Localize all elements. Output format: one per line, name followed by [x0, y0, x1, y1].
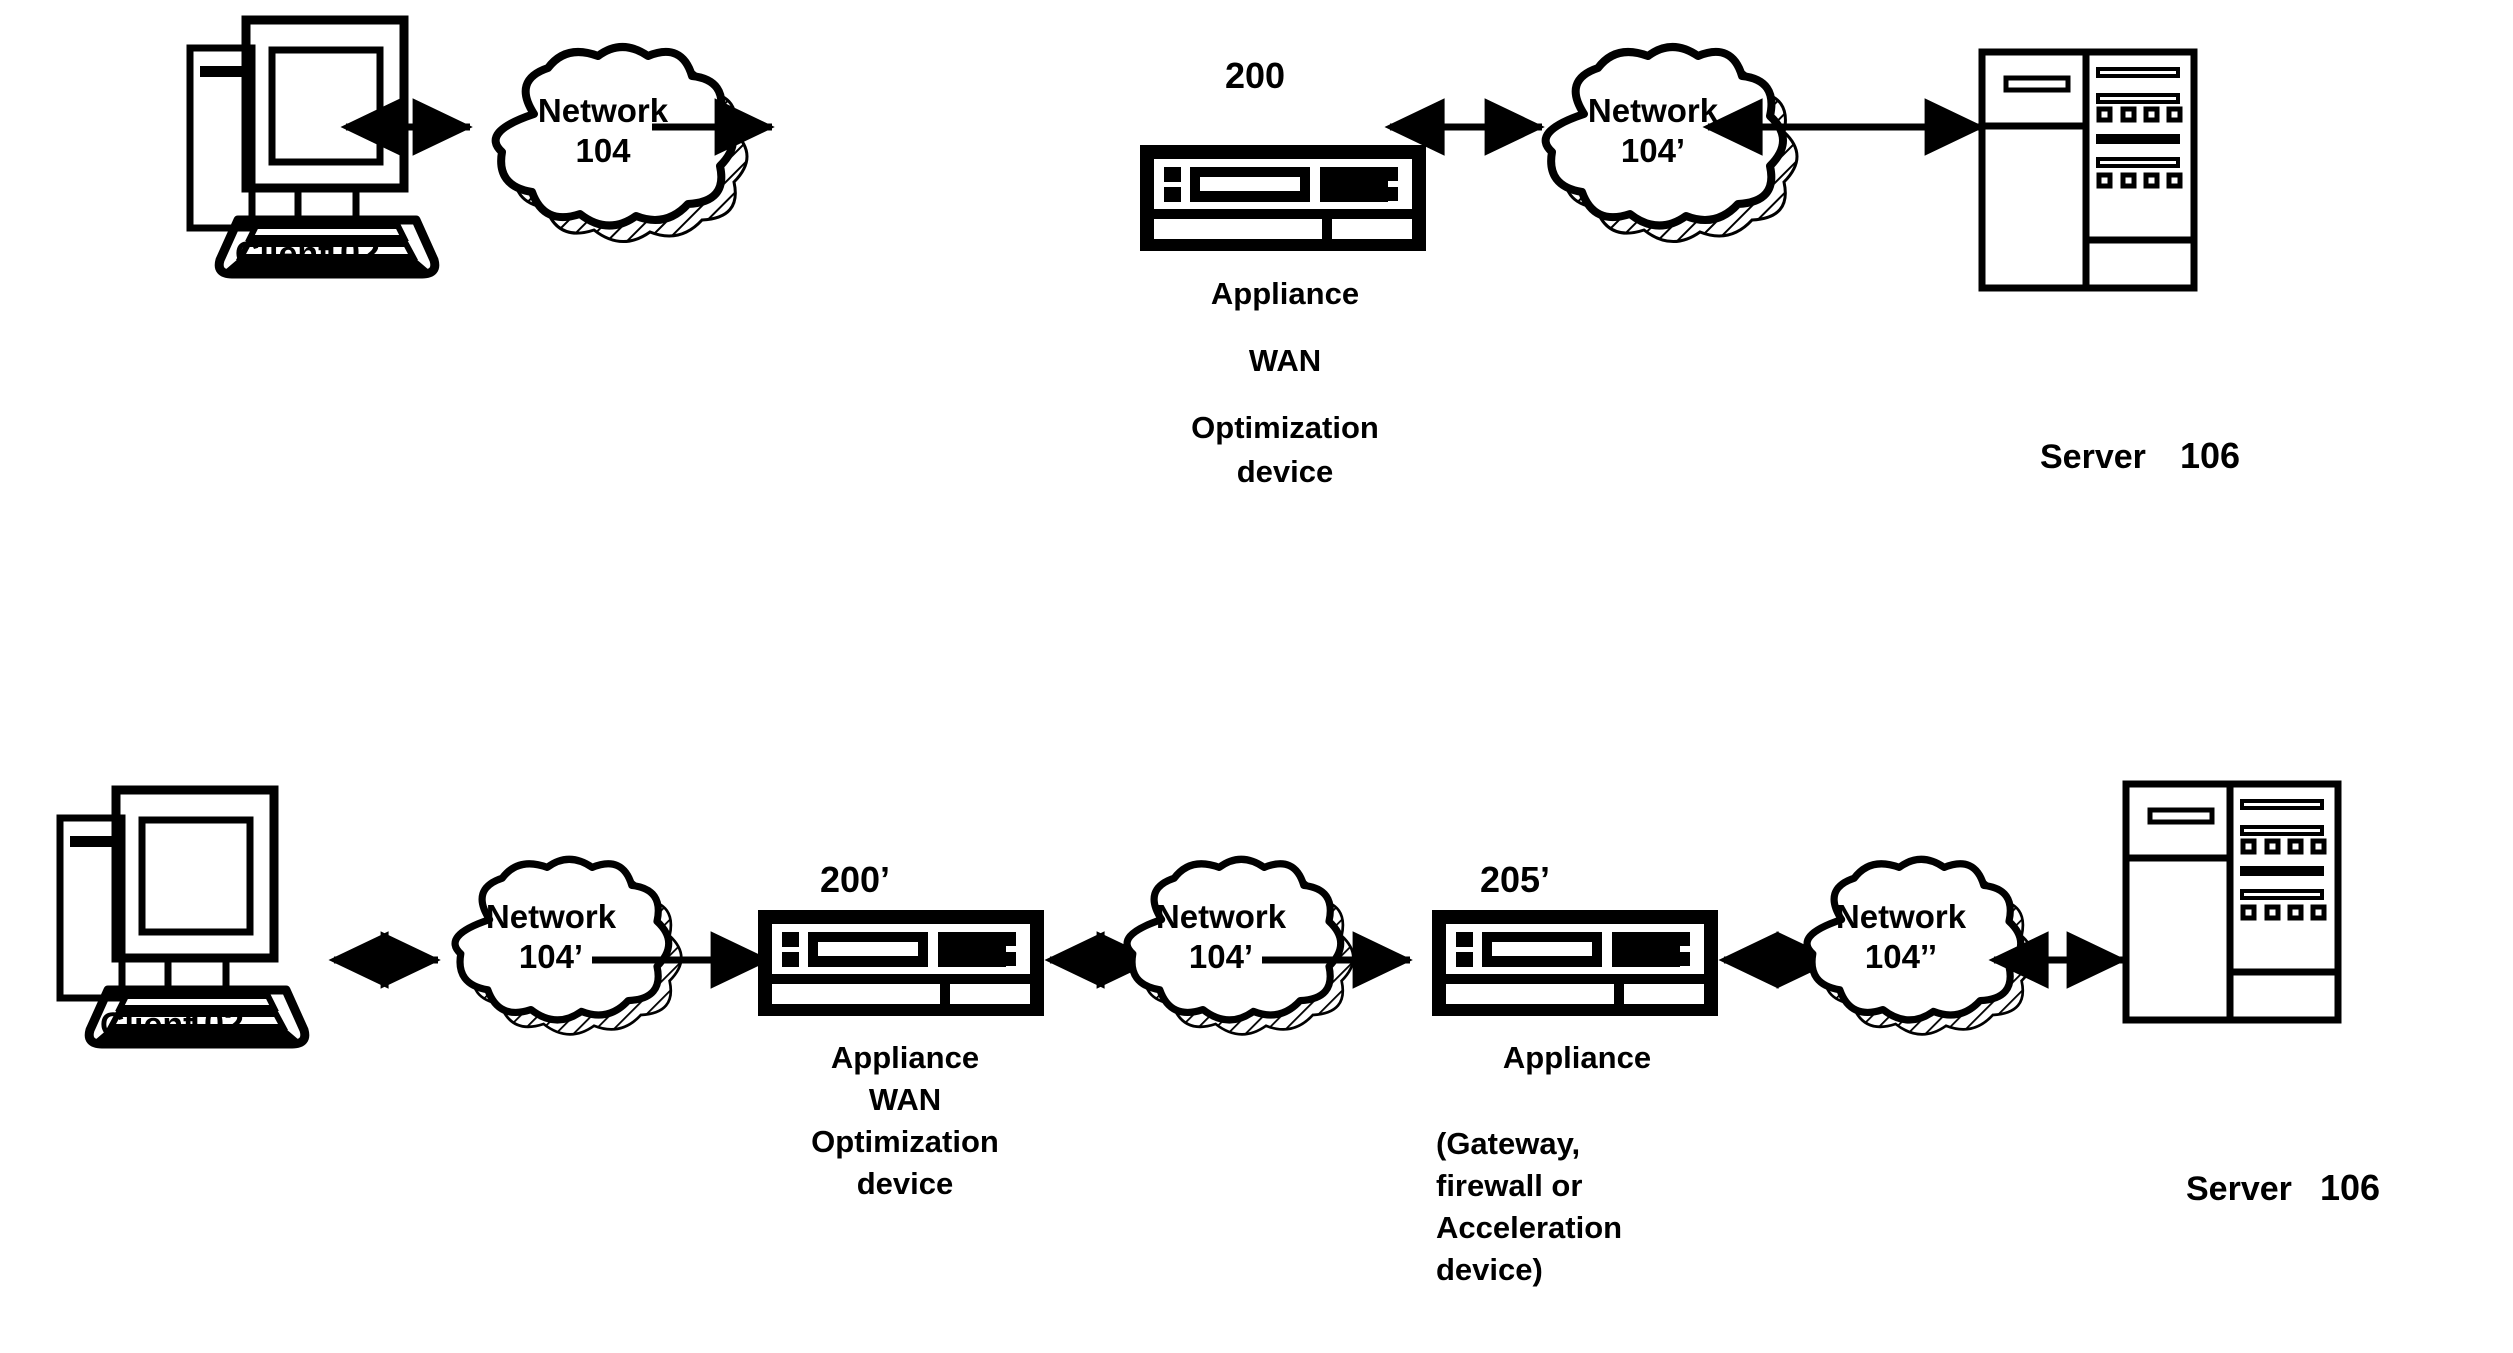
- top-arrow-net-appliance: [648, 98, 778, 156]
- bottom-client-label: Client: [100, 1006, 195, 1044]
- bottom-server-ref: 106: [2320, 1167, 2381, 1208]
- bottom-server-icon: [2126, 784, 2346, 1028]
- top-appliance-icon: [1140, 145, 1430, 257]
- bottom-appliance2-desc-4: Acceleration: [1436, 1210, 1623, 1245]
- bottom-appliance1-desc-4: device: [856, 1166, 954, 1201]
- bottom-appliance2-number: 205’: [1479, 859, 1551, 900]
- bottom-appliance2-desc-3: firewall or: [1436, 1168, 1583, 1203]
- top-client-label: Client: [235, 235, 330, 273]
- bottom-network3-label: Network: [1835, 898, 1967, 935]
- top-arrow-client-net: [338, 98, 478, 156]
- bottom-appliance2-desc-5: device): [1436, 1252, 1543, 1287]
- top-appliance-desc-3: Optimization: [1191, 410, 1379, 445]
- top-appliance-desc-2: WAN: [1248, 343, 1322, 378]
- top-server-label: Server: [2040, 438, 2146, 476]
- figure-canvas: Client 102 Network 104 200 Appliance WAN…: [0, 0, 2513, 1353]
- bottom-server-label: Server: [2186, 1170, 2292, 1208]
- bottom-network3-ref: 104’’: [1864, 938, 1938, 975]
- bottom-appliance1-desc-2: WAN: [868, 1082, 942, 1117]
- bottom-arrow-net2-appliance2: [1258, 931, 1416, 989]
- bottom-arrow-net3-server: [1986, 931, 2132, 989]
- bottom-client-ref: 102: [184, 1003, 245, 1044]
- bottom-appliance2-desc-2: (Gateway,: [1436, 1126, 1581, 1161]
- bottom-appliance1-desc-1: Appliance: [830, 1040, 980, 1075]
- bottom-appliance2-icon: [1432, 910, 1722, 1022]
- bottom-network2-label: Network: [1155, 898, 1287, 935]
- bottom-appliance1-icon: [758, 910, 1048, 1022]
- top-appliance-desc-4: device: [1236, 454, 1334, 489]
- bottom-network1-label: Network: [485, 898, 617, 935]
- top-arrow-net-server: [1700, 98, 1990, 156]
- top-appliance-number: 200: [1224, 55, 1286, 96]
- bottom-arrow-client-net1: [326, 931, 446, 989]
- bottom-arrow-net1-appliance1: [588, 931, 774, 989]
- top-server-ref: 106: [2180, 435, 2241, 476]
- top-appliance-desc-1: Appliance: [1210, 276, 1360, 311]
- bottom-appliance2-desc-1: Appliance: [1502, 1040, 1652, 1075]
- top-client-ref: 102: [320, 232, 381, 273]
- top-server-icon: [1982, 52, 2202, 296]
- bottom-appliance1-number: 200’: [819, 859, 891, 900]
- bottom-appliance1-desc-3: Optimization: [811, 1124, 999, 1159]
